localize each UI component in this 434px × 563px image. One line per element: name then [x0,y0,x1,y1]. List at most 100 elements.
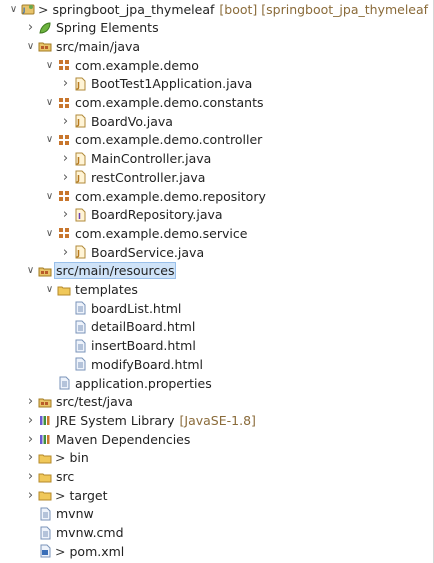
tree-item[interactable]: › JRE System Library [JavaSE-1.8] [0,412,433,431]
expand-chevron-down-icon[interactable]: ∨ [44,225,55,244]
collapse-chevron-right-icon[interactable]: › [25,487,36,506]
tree-item[interactable]: › I BoardRepository.java [0,206,433,225]
tree-item[interactable]: mvnw.cmd [0,524,433,543]
tree-item-label: templates [75,282,138,297]
collapse-chevron-right-icon[interactable]: › [60,169,71,188]
tree-item[interactable]: › J BoardService.java [0,244,433,263]
tree-item-label: com.example.demo [75,57,199,73]
tree-item[interactable]: › Maven Dependencies [0,431,433,450]
collapse-chevron-right-icon[interactable]: › [25,449,36,468]
expand-chevron-down-icon[interactable]: ∨ [44,188,55,207]
git-outgoing-marker: > [55,450,66,466]
tree-item[interactable]: › JrestController.java [0,169,433,188]
collapse-chevron-right-icon[interactable]: › [60,113,71,132]
tree-item[interactable]: › > bin [0,449,433,468]
tree-item[interactable]: › J BoardVo.java [0,113,433,132]
xml-file-icon [38,544,52,558]
expand-chevron-down-icon[interactable]: ∨ [44,57,55,76]
collapse-chevron-right-icon[interactable]: › [60,150,71,169]
source-folder-icon [38,395,52,409]
svg-text:J: J [76,249,80,258]
library-icon [38,413,52,427]
tree-item[interactable]: › J MainController.java [0,150,433,169]
expand-chevron-down-icon[interactable]: ∨ [44,281,55,300]
tree-item-decoration: [boot] [springboot_jpa_thymeleaf master] [219,1,433,17]
tree-item-label: insertBoard.html [91,338,196,354]
tree-item-label: src [56,469,75,484]
tree-item-label: src/test/java [56,394,133,410]
tree-item[interactable]: ∨ com.example.demo [0,57,433,76]
collapse-chevron-right-icon[interactable]: › [25,468,36,487]
tree-item[interactable]: ∨ com.example.demo.controller [0,131,433,150]
tree-item-label: com.example.demo.repository [75,188,266,204]
package-icon [57,226,71,240]
tree-item-label: application.properties [75,375,212,391]
file-icon [57,376,71,390]
tree-item[interactable]: > pom.xml [0,543,433,562]
java-file-icon: J [73,114,87,128]
collapse-chevron-right-icon[interactable]: › [60,75,71,94]
git-outgoing-marker: > [55,487,66,503]
svg-text:J: J [76,156,80,165]
tree-item[interactable]: boardList.html [0,300,433,319]
library-icon [38,432,52,446]
tree-item-label: BoardRepository.java [91,207,223,223]
java-file-icon: J [73,152,87,166]
tree-item-label: Spring Elements [56,20,159,36]
tree-item[interactable]: mvnw [0,505,433,524]
tree-item-label: springboot_jpa_thymeleaf [52,1,215,17]
tree-item-label: boardList.html [91,300,182,316]
tree-item-label: mvnw.cmd [56,525,124,541]
package-icon [57,58,71,72]
tree-item[interactable]: detailBoard.html [0,318,433,337]
file-icon [73,301,87,315]
tree-item-label: pom.xml [69,543,125,559]
collapse-chevron-right-icon[interactable]: › [25,393,36,412]
tree-item[interactable]: › > target [0,487,433,506]
collapse-chevron-right-icon[interactable]: › [25,431,36,450]
tree-item-label: restController.java [91,169,206,185]
tree-item-label: Maven Dependencies [56,431,191,447]
java-file-icon: J [73,77,87,91]
file-icon [73,357,87,371]
tree-item-label: target [69,487,108,503]
collapse-chevron-right-icon[interactable]: › [25,19,36,38]
tree-item[interactable]: › src [0,468,433,487]
tree-item[interactable]: ∨ com.example.demo.constants [0,94,433,113]
svg-text:J: J [76,81,80,90]
project-explorer-tree: ∨ J > springboot_jpa_thymeleaf [boot] [spri… [0,0,434,563]
tree-item-label: BootTest1Application.java [91,76,253,92]
tree-item-label: src/main/resources [53,262,177,280]
svg-text:I: I [78,212,81,221]
tree-item[interactable]: › Spring Elements [0,19,433,38]
svg-text:J: J [76,174,80,183]
expand-chevron-down-icon[interactable]: ∨ [25,262,36,281]
expand-chevron-down-icon[interactable]: ∨ [25,38,36,57]
tree-item[interactable]: ∨ templates [0,281,433,300]
tree-item[interactable]: insertBoard.html [0,337,433,356]
tree-item-label: src/main/java [56,38,141,54]
tree-item-decoration: [JavaSE-1.8] [175,412,256,428]
collapse-chevron-right-icon[interactable]: › [60,244,71,263]
tree-item[interactable]: ∨ src/main/java [0,38,433,57]
expand-chevron-down-icon[interactable]: ∨ [44,131,55,150]
folder-icon [38,488,52,502]
expand-chevron-down-icon[interactable]: ∨ [8,1,19,20]
tree-item[interactable]: › J BootTest1Application.java [0,75,433,94]
expand-chevron-down-icon[interactable]: ∨ [44,94,55,113]
collapse-chevron-right-icon[interactable]: › [25,412,36,431]
tree-item[interactable]: ∨ com.example.demo.repository [0,188,433,207]
collapse-chevron-right-icon[interactable]: › [60,206,71,225]
file-icon [38,526,52,540]
git-outgoing-marker: > [55,543,66,559]
tree-item-label: mvnw [56,506,94,522]
tree-item[interactable]: ∨ J > springboot_jpa_thymeleaf [boot] [spri… [0,1,433,20]
tree-item-label: BoardService.java [91,244,205,260]
tree-item[interactable]: › src/test/java [0,393,433,412]
tree-item[interactable]: modifyBoard.html [0,356,433,375]
tree-item[interactable]: ∨ src/main/resources [0,262,433,281]
package-icon [57,189,71,203]
tree-item[interactable]: application.properties [0,375,433,394]
tree-item-label: com.example.demo.constants [75,95,264,110]
tree-item[interactable]: ∨ com.example.demo.service [0,225,433,244]
